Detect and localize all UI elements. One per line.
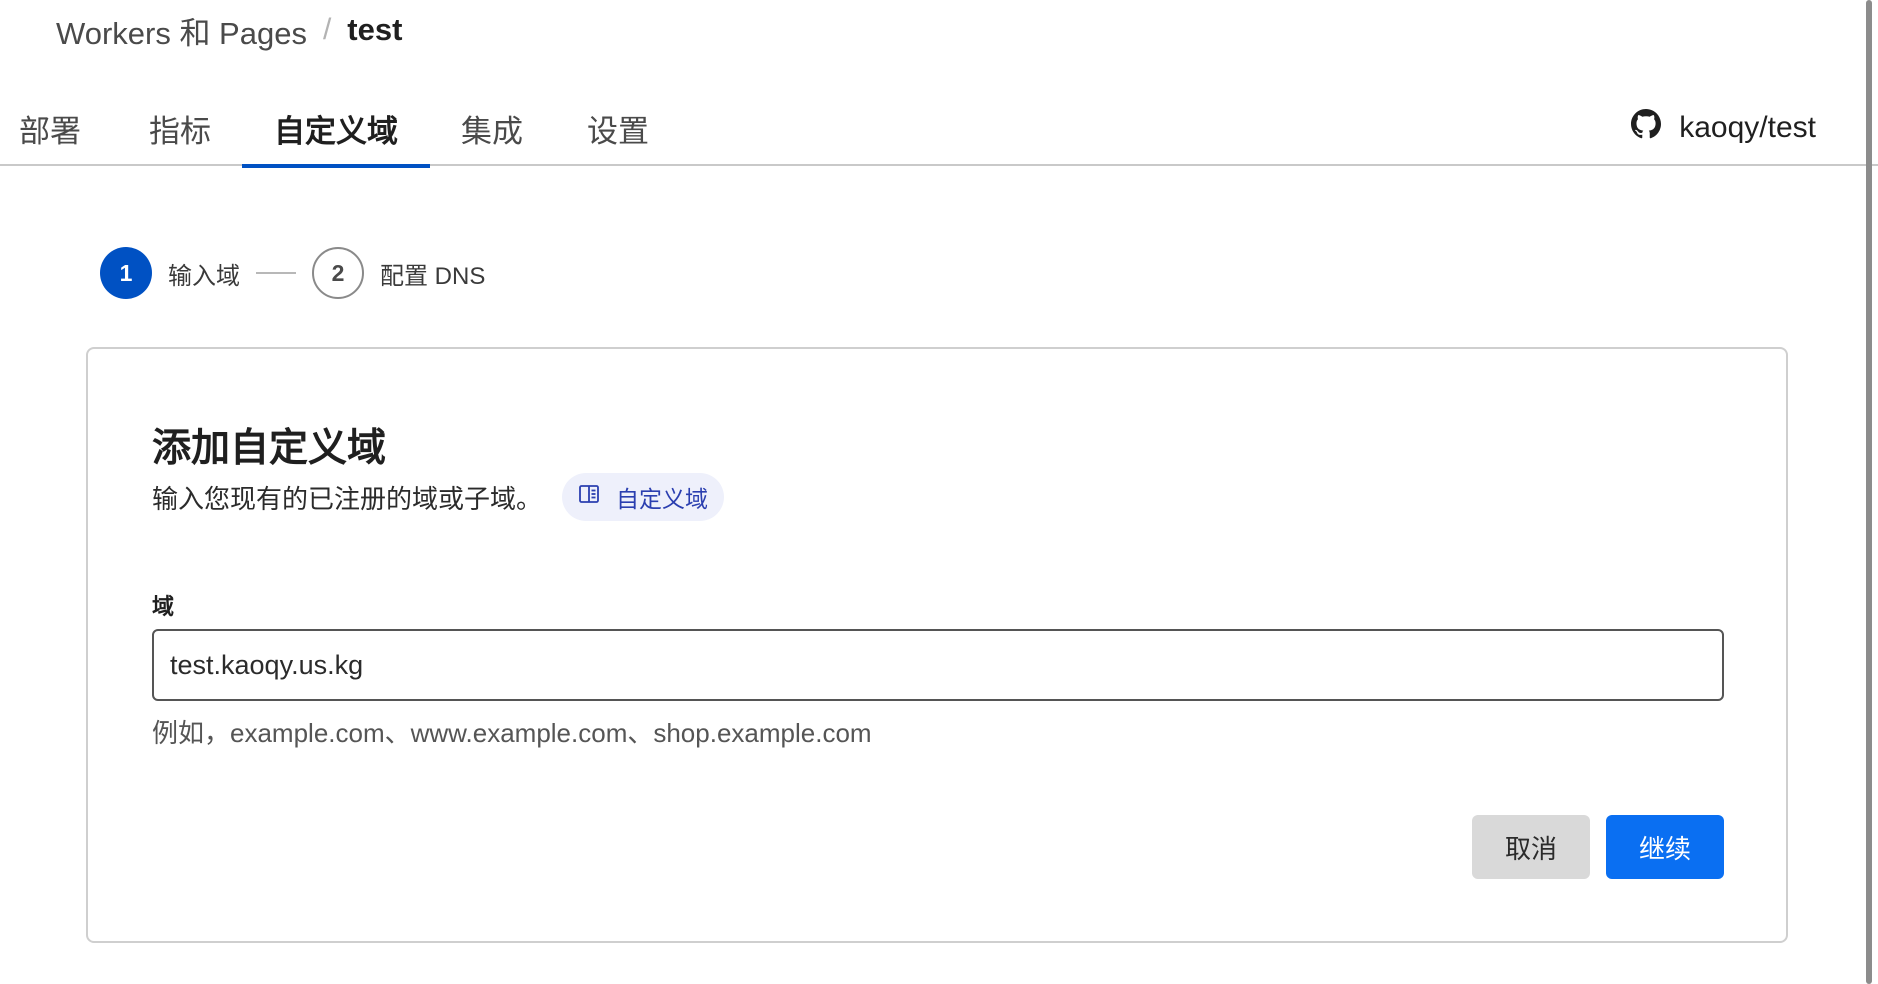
domain-input[interactable] bbox=[152, 629, 1724, 701]
breadcrumb-parent[interactable]: Workers 和 Pages bbox=[56, 8, 307, 53]
stepper: 1 输入域 2 配置 DNS bbox=[100, 246, 485, 300]
domain-field-label: 域 bbox=[152, 594, 175, 619]
tab-settings[interactable]: 设置 bbox=[566, 90, 670, 166]
tab-integrations[interactable]: 集成 bbox=[440, 90, 544, 166]
repo-label: kaoqy/test bbox=[1679, 111, 1816, 144]
github-icon bbox=[1631, 109, 1662, 147]
tab-metrics[interactable]: 指标 bbox=[128, 90, 232, 166]
breadcrumb: Workers 和 Pages / test bbox=[56, 8, 402, 52]
breadcrumb-current: test bbox=[347, 12, 403, 47]
card-description-row: 输入您现有的已注册的域或子域。 自定义域 bbox=[152, 473, 725, 521]
domain-field-hint: 例如，example.com、www.example.com、shop.exam… bbox=[152, 718, 872, 748]
step-2-label: 配置 DNS bbox=[380, 262, 486, 290]
tab-custom-domains[interactable]: 自定义域 bbox=[242, 90, 430, 168]
add-domain-card: 添加自定义域 输入您现有的已注册的域或子域。 自定义域 域 例如，example… bbox=[86, 347, 1788, 943]
app-root: Workers 和 Pages / test 部署 指标 自定义域 集成 设置 … bbox=[0, 0, 1878, 984]
page-scrollbar[interactable] bbox=[1866, 0, 1872, 984]
card-title: 添加自定义域 bbox=[152, 427, 387, 470]
step-1-indicator: 1 bbox=[100, 247, 152, 299]
breadcrumb-separator: / bbox=[322, 13, 332, 46]
docs-link-label: 自定义域 bbox=[616, 486, 709, 512]
tab-deployments[interactable]: 部署 bbox=[0, 90, 100, 166]
book-icon bbox=[578, 483, 600, 511]
cancel-button[interactable]: 取消 bbox=[1472, 815, 1590, 879]
repo-link[interactable]: kaoqy/test bbox=[1631, 90, 1816, 166]
step-connector bbox=[256, 272, 296, 274]
tab-bar: 部署 指标 自定义域 集成 设置 kaoqy/test bbox=[0, 90, 1878, 168]
docs-link[interactable]: 自定义域 bbox=[562, 473, 725, 521]
step-2-indicator: 2 bbox=[312, 247, 364, 299]
step-1-label: 输入域 bbox=[168, 262, 240, 290]
continue-button[interactable]: 继续 bbox=[1606, 815, 1724, 879]
card-description: 输入您现有的已注册的域或子域。 bbox=[152, 483, 543, 514]
